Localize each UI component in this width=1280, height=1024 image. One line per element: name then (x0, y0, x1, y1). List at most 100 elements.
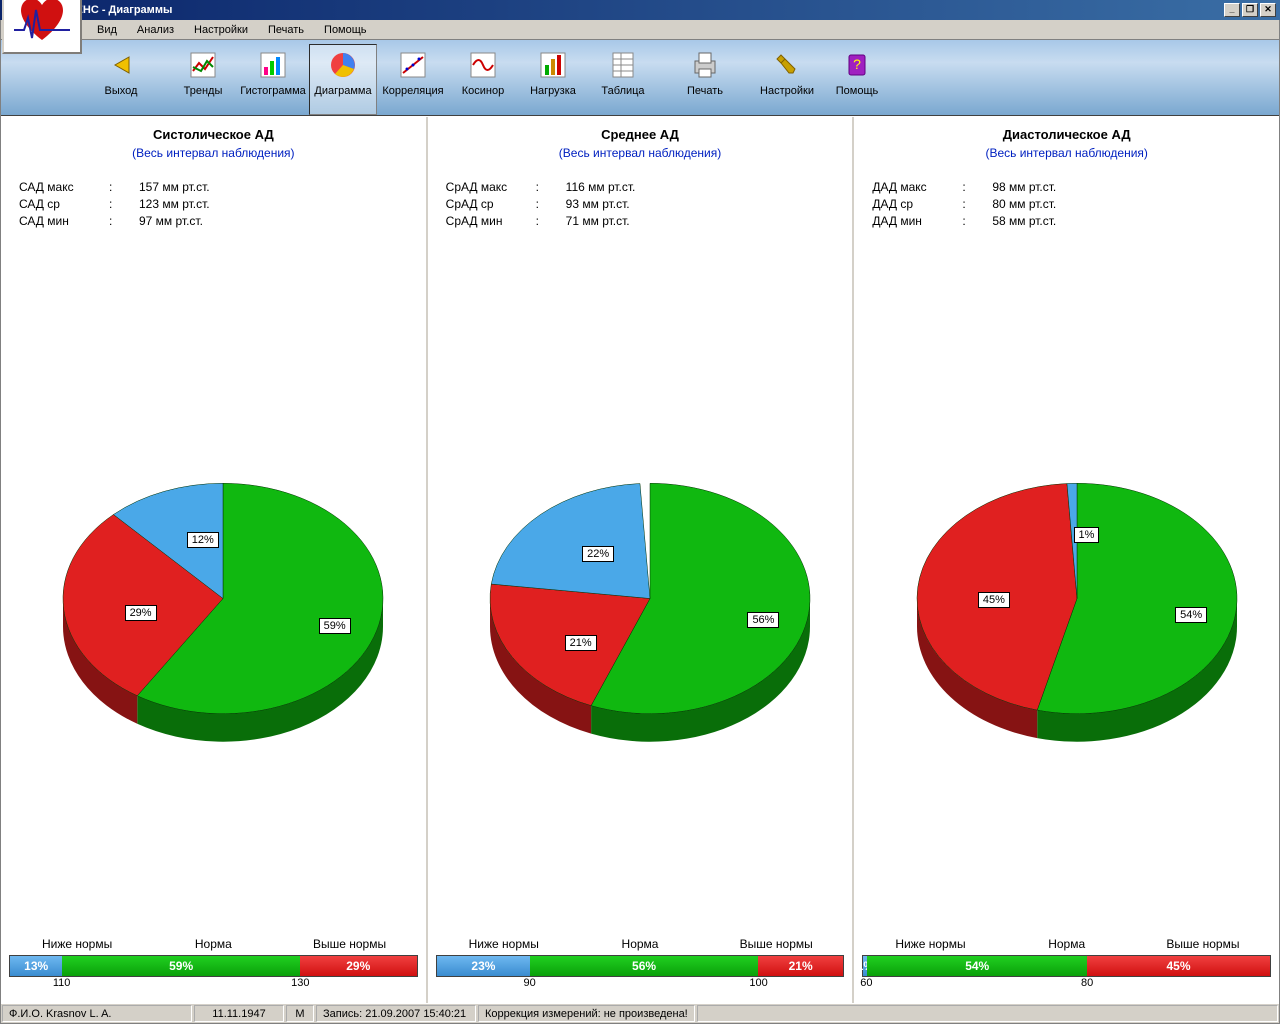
minimize-button[interactable]: _ (1224, 3, 1240, 17)
toolbar: Выход Тренды Гистограмма Диаграмма Корре… (1, 40, 1279, 116)
trends-button[interactable]: Тренды (169, 44, 237, 115)
bar-legend: Ниже нормы Норма Выше нормы (862, 937, 1271, 951)
tools-icon (771, 49, 803, 81)
piechart-icon (327, 49, 359, 81)
bar-ticks: 60 80 (862, 977, 1271, 993)
panel-subtitle: (Весь интервал наблюдения) (9, 146, 418, 160)
app-logo (2, 0, 82, 54)
settings-button[interactable]: Настройки (753, 44, 821, 115)
exit-button[interactable]: Выход (87, 44, 155, 115)
legend-norm: Норма (572, 937, 708, 951)
menu-view[interactable]: Вид (87, 22, 127, 38)
svg-text:?: ? (853, 56, 861, 72)
bar-ticks: 110 130 (9, 977, 418, 993)
stat-key: ДАД ср (862, 197, 962, 211)
stat-value: 98 мм рт.ст. (992, 180, 1056, 194)
bar-norm: 54% (867, 956, 1087, 976)
slice-label: 22% (582, 546, 614, 562)
stats-block: САД макс:157 мм рт.ст.САД ср:123 мм рт.с… (9, 180, 418, 231)
menu-analysis[interactable]: Анализ (127, 22, 184, 38)
bar-legend: Ниже нормы Норма Выше нормы (436, 937, 845, 951)
bar-norm: 59% (62, 956, 300, 976)
histogram-icon (257, 49, 289, 81)
legend-norm: Норма (145, 937, 281, 951)
help-button[interactable]: ?Помощь (823, 44, 891, 115)
stat-key: ДАД мин (862, 214, 962, 228)
book-icon: ? (841, 49, 873, 81)
cosinor-icon (467, 49, 499, 81)
panel-title: Диастолическое АД (862, 127, 1271, 142)
table-icon (607, 49, 639, 81)
statusbar: Ф.И.О. Krasnov L. A. 11.11.1947 М Запись… (1, 1003, 1279, 1023)
close-button[interactable]: ✕ (1260, 3, 1276, 17)
panel-1: Среднее АД (Весь интервал наблюдения) Ср… (428, 117, 855, 1003)
diagram-button[interactable]: Диаграмма (309, 44, 377, 115)
arrow-left-icon (105, 49, 137, 81)
load-button[interactable]: Нагрузка (519, 44, 587, 115)
table-button[interactable]: Таблица (589, 44, 657, 115)
slice-label: 21% (565, 635, 597, 651)
slice-label: 12% (187, 532, 219, 548)
stat-value: 97 мм рт.ст. (139, 214, 203, 228)
pie-chart: 54% 45% 1% (862, 231, 1271, 937)
pie-chart: 56%21%22% (436, 231, 845, 937)
panel-subtitle: (Весь интервал наблюдения) (862, 146, 1271, 160)
stats-block: СрАД макс:116 мм рт.ст.СрАД ср:93 мм рт.… (436, 180, 845, 231)
status-correction: Коррекция измерений: не произведена! (478, 1005, 695, 1022)
correlation-icon (397, 49, 429, 81)
panel-2: Диастолическое АД (Весь интервал наблюде… (854, 117, 1279, 1003)
panel-title: Среднее АД (436, 127, 845, 142)
slice-label: 1% (1074, 527, 1100, 543)
bar-above: 21% (758, 956, 843, 976)
stat-value: 157 мм рт.ст. (139, 180, 210, 194)
legend-below: Ниже нормы (436, 937, 572, 951)
distribution-bar: 1% 54% 45% (862, 955, 1271, 977)
bar-below: 23% (437, 956, 531, 976)
menubar: Вид Анализ Настройки Печать Помощь (1, 20, 1279, 40)
bar-norm: 56% (530, 956, 758, 976)
legend-below: Ниже нормы (862, 937, 998, 951)
stat-key: САД макс (9, 180, 109, 194)
stat-value: 123 мм рт.ст. (139, 197, 210, 211)
cosinor-button[interactable]: Косинор (449, 44, 517, 115)
menu-help[interactable]: Помощь (314, 22, 377, 38)
stat-key: САД мин (9, 214, 109, 228)
legend-below: Ниже нормы (9, 937, 145, 951)
bar-above: 29% (300, 956, 417, 976)
menu-print[interactable]: Печать (258, 22, 314, 38)
titlebar: ♥ КАРДИОСЕНС - Диаграммы _ ❐ ✕ (0, 0, 1280, 20)
bar-above: 45% (1087, 956, 1270, 976)
stat-value: 93 мм рт.ст. (566, 197, 630, 211)
stat-value: 116 мм рт.ст. (566, 180, 636, 194)
histogram-button[interactable]: Гистограмма (239, 44, 307, 115)
stat-key: СрАД мин (436, 214, 536, 228)
load-icon (537, 49, 569, 81)
bar-ticks: 90 100 (436, 977, 845, 993)
status-dob: 11.11.1947 (194, 1005, 284, 1022)
stat-value: 80 мм рт.ст. (992, 197, 1056, 211)
stat-key: ДАД макс (862, 180, 962, 194)
legend-norm: Норма (999, 937, 1135, 951)
stat-key: СрАД макс (436, 180, 536, 194)
slice-label: 29% (125, 605, 157, 621)
pie-chart: 59% 29% 12% (9, 231, 418, 937)
panel-title: Систолическое АД (9, 127, 418, 142)
legend-above: Выше нормы (281, 937, 417, 951)
print-button[interactable]: Печать (671, 44, 739, 115)
panel-0: Систолическое АД (Весь интервал наблюден… (1, 117, 428, 1003)
slice-label: 54% (1175, 607, 1207, 623)
restore-button[interactable]: ❐ (1242, 3, 1258, 17)
correlation-button[interactable]: Корреляция (379, 44, 447, 115)
bar-legend: Ниже нормы Норма Выше нормы (9, 937, 418, 951)
legend-above: Выше нормы (708, 937, 844, 951)
status-empty (697, 1005, 1278, 1022)
menu-settings[interactable]: Настройки (184, 22, 258, 38)
trends-icon (187, 49, 219, 81)
status-name: Ф.И.О. Krasnov L. A. (2, 1005, 192, 1022)
bar-below: 13% (10, 956, 62, 976)
slice-label: 59% (319, 618, 351, 634)
stat-value: 58 мм рт.ст. (992, 214, 1056, 228)
slice-label: 45% (978, 592, 1010, 608)
distribution-bar: 13% 59% 29% (9, 955, 418, 977)
stat-key: САД ср (9, 197, 109, 211)
